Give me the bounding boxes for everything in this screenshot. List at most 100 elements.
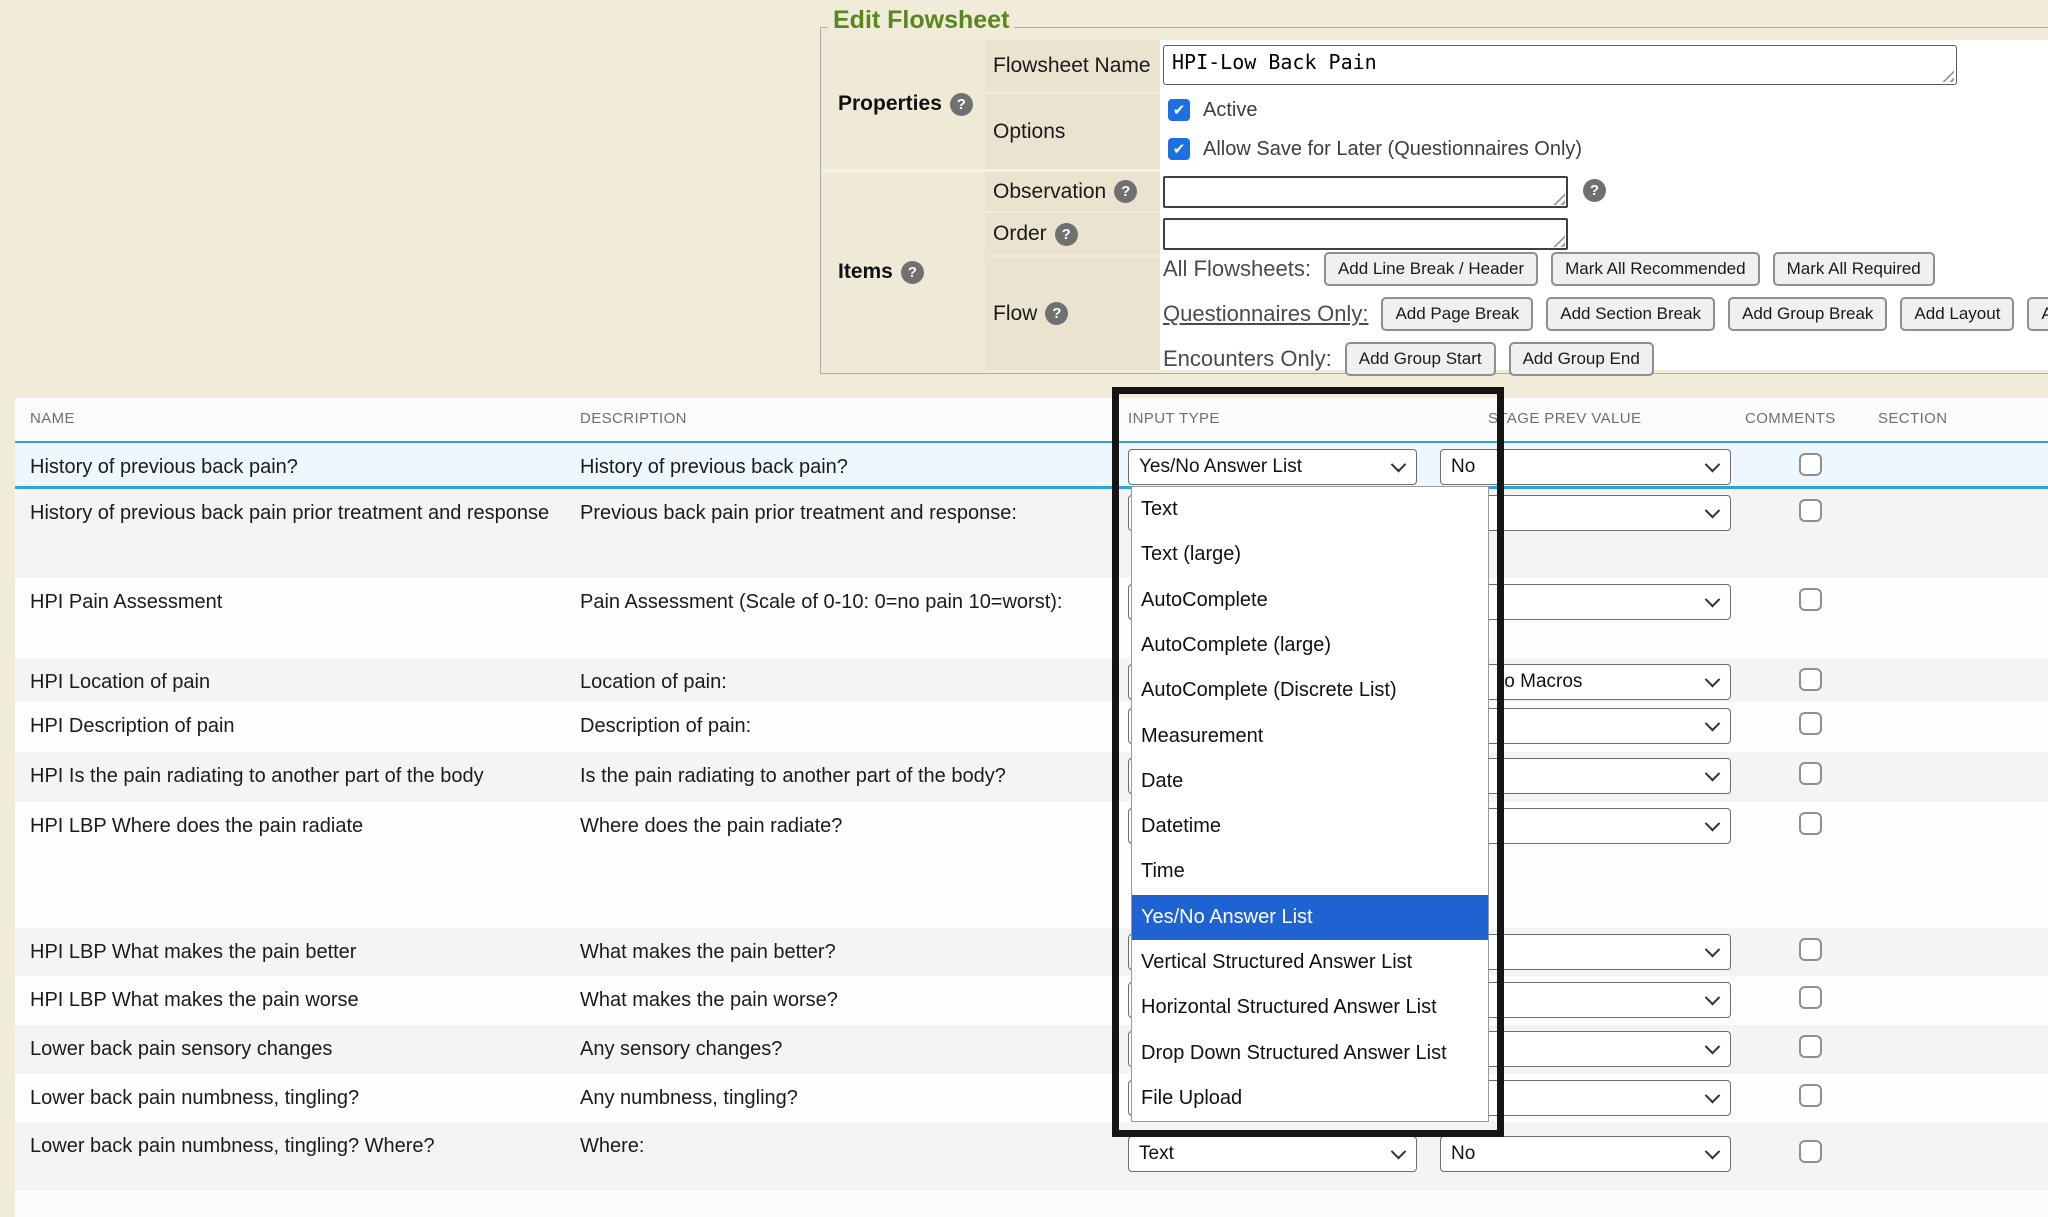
help-icon[interactable]: ? — [1114, 180, 1137, 203]
help-icon[interactable]: ? — [1045, 302, 1068, 325]
row-name: History of previous back pain? — [30, 453, 550, 481]
chevron-down-icon — [1705, 591, 1721, 607]
column-header-input-type: INPUT TYPE — [1128, 410, 1220, 427]
flow-button[interactable]: Add Group Start — [1345, 342, 1496, 376]
flow-button[interactable]: Add Group End — [1509, 342, 1654, 376]
dropdown-option[interactable]: Measurement — [1132, 713, 1488, 758]
comments-checkbox[interactable] — [1799, 1035, 1822, 1058]
flow-button[interactable]: Add Page Break — [1381, 297, 1533, 331]
table-row[interactable]: Lower back pain sensory changes Any sens… — [15, 1025, 2048, 1074]
row-description: Location of pain: — [580, 668, 1070, 696]
row-name: HPI Location of pain — [30, 668, 550, 696]
row-description: Where: — [580, 1132, 1070, 1160]
dropdown-option[interactable]: AutoComplete (Discrete List) — [1132, 668, 1488, 713]
dropdown-option[interactable]: Drop Down Structured Answer List — [1132, 1030, 1488, 1075]
section-divider — [821, 169, 1160, 172]
comments-checkbox[interactable] — [1799, 812, 1822, 835]
row-description: Any sensory changes? — [580, 1035, 1070, 1063]
properties-group-label: Properties ? — [838, 92, 973, 116]
table-row[interactable]: HPI Description of pain Description of p… — [15, 702, 2048, 752]
flow-label: Flow — [993, 302, 1037, 326]
row-description: What makes the pain worse? — [580, 986, 1070, 1014]
table-row[interactable]: History of previous back pain? History o… — [15, 441, 2048, 489]
stage-prev-value-select[interactable]: No — [1440, 449, 1731, 485]
page: Flowsheet Name Options Observation ? Ord… — [0, 0, 2048, 1217]
input-type-value: Text — [1139, 1143, 1174, 1165]
flow-group: All Flowsheets: Add Line Break / HeaderM… — [1163, 253, 1935, 285]
chevron-down-icon — [1705, 815, 1721, 831]
flow-group-label: Encounters Only: — [1163, 346, 1332, 372]
dropdown-option[interactable]: Vertical Structured Answer List — [1132, 940, 1488, 985]
chevron-down-icon — [1705, 1038, 1721, 1054]
stage-prev-value-select[interactable]: No — [1440, 1136, 1731, 1172]
flow-button[interactable]: Add Scriptlet — [2027, 297, 2048, 331]
flowsheet-name-textarea[interactable]: HPI-Low Back Pain — [1163, 45, 1957, 85]
column-header-comments: COMMENTS — [1745, 410, 1836, 427]
row-name: HPI LBP What makes the pain worse — [30, 986, 550, 1014]
observation-textarea[interactable] — [1163, 176, 1568, 208]
table-row[interactable]: HPI LBP What makes the pain worse What m… — [15, 976, 2048, 1025]
table-row[interactable]: HPI LBP Where does the pain radiate Wher… — [15, 802, 2048, 928]
dropdown-option[interactable]: AutoComplete — [1132, 578, 1488, 623]
chevron-down-icon — [1705, 765, 1721, 781]
dropdown-option[interactable]: Datetime — [1132, 804, 1488, 849]
dropdown-option[interactable]: File Upload — [1132, 1076, 1488, 1121]
options-label: Options — [993, 120, 1065, 144]
option-label: Active — [1203, 99, 1257, 122]
comments-checkbox[interactable] — [1799, 986, 1822, 1009]
help-icon[interactable]: ? — [950, 93, 973, 116]
checked-checkbox[interactable]: ✔ — [1168, 99, 1190, 121]
flow-button[interactable]: Mark All Required — [1773, 252, 1935, 286]
comments-checkbox[interactable] — [1799, 588, 1822, 611]
options-label-cell: Options — [985, 94, 1160, 169]
flow-button[interactable]: Add Section Break — [1546, 297, 1715, 331]
table-row[interactable]: History of previous back pain prior trea… — [15, 489, 2048, 578]
help-icon[interactable]: ? — [1055, 223, 1078, 246]
help-icon[interactable]: ? — [901, 261, 924, 284]
flow-button[interactable]: Add Line Break / Header — [1324, 252, 1538, 286]
dropdown-option[interactable]: Text (large) — [1132, 532, 1488, 577]
chevron-down-icon — [1705, 1143, 1721, 1159]
row-name: Lower back pain numbness, tingling? — [30, 1084, 550, 1112]
checked-checkbox[interactable]: ✔ — [1168, 138, 1190, 160]
comments-checkbox[interactable] — [1799, 1140, 1822, 1163]
input-type-select[interactable]: Text — [1128, 1136, 1417, 1172]
chevron-down-icon — [1705, 715, 1721, 731]
row-description: History of previous back pain? — [580, 453, 1070, 481]
option-row: ✔ Allow Save for Later (Questionnaires O… — [1168, 137, 1582, 161]
order-textarea[interactable] — [1163, 218, 1568, 250]
chevron-down-icon — [1391, 1143, 1407, 1159]
flow-button[interactable]: Add Layout — [1900, 297, 2014, 331]
row-name: HPI Description of pain — [30, 712, 550, 740]
flow-label-cell: Flow ? — [985, 257, 1160, 370]
dropdown-option[interactable]: AutoComplete (large) — [1132, 623, 1488, 668]
dropdown-option[interactable]: Horizontal Structured Answer List — [1132, 985, 1488, 1030]
dropdown-option[interactable]: Time — [1132, 849, 1488, 894]
comments-checkbox[interactable] — [1799, 453, 1822, 476]
flowsheet-name-label-cell: Flowsheet Name — [985, 40, 1160, 92]
chevron-down-icon — [1391, 456, 1407, 472]
dropdown-option[interactable]: Yes/No Answer List — [1132, 895, 1488, 940]
items-label: Items — [838, 260, 893, 284]
comments-checkbox[interactable] — [1799, 668, 1822, 691]
comments-checkbox[interactable] — [1799, 762, 1822, 785]
row-name: Lower back pain numbness, tingling? Wher… — [30, 1132, 550, 1160]
comments-checkbox[interactable] — [1799, 499, 1822, 522]
flow-button[interactable]: Mark All Recommended — [1551, 252, 1759, 286]
table-row[interactable]: Lower back pain numbness, tingling? Wher… — [15, 1122, 2048, 1190]
table-row[interactable]: HPI Location of pain Location of pain: t… — [15, 658, 2048, 702]
comments-checkbox[interactable] — [1799, 938, 1822, 961]
table-row[interactable]: Lower back pain numbness, tingling? Any … — [15, 1074, 2048, 1122]
comments-checkbox[interactable] — [1799, 1084, 1822, 1107]
flow-button[interactable]: Add Group Break — [1728, 297, 1887, 331]
flowsheet-name-label: Flowsheet Name — [993, 54, 1151, 78]
row-description: Description of pain: — [580, 712, 1070, 740]
table-row[interactable]: HPI Is the pain radiating to another par… — [15, 752, 2048, 802]
table-row[interactable]: HPI Pain Assessment Pain Assessment (Sca… — [15, 578, 2048, 658]
input-type-select[interactable]: Yes/No Answer List — [1128, 449, 1417, 485]
table-row[interactable]: HPI LBP What makes the pain better What … — [15, 928, 2048, 976]
dropdown-option[interactable]: Date — [1132, 759, 1488, 804]
help-icon[interactable]: ? — [1583, 179, 1606, 202]
dropdown-option[interactable]: Text — [1132, 487, 1488, 532]
comments-checkbox[interactable] — [1799, 712, 1822, 735]
